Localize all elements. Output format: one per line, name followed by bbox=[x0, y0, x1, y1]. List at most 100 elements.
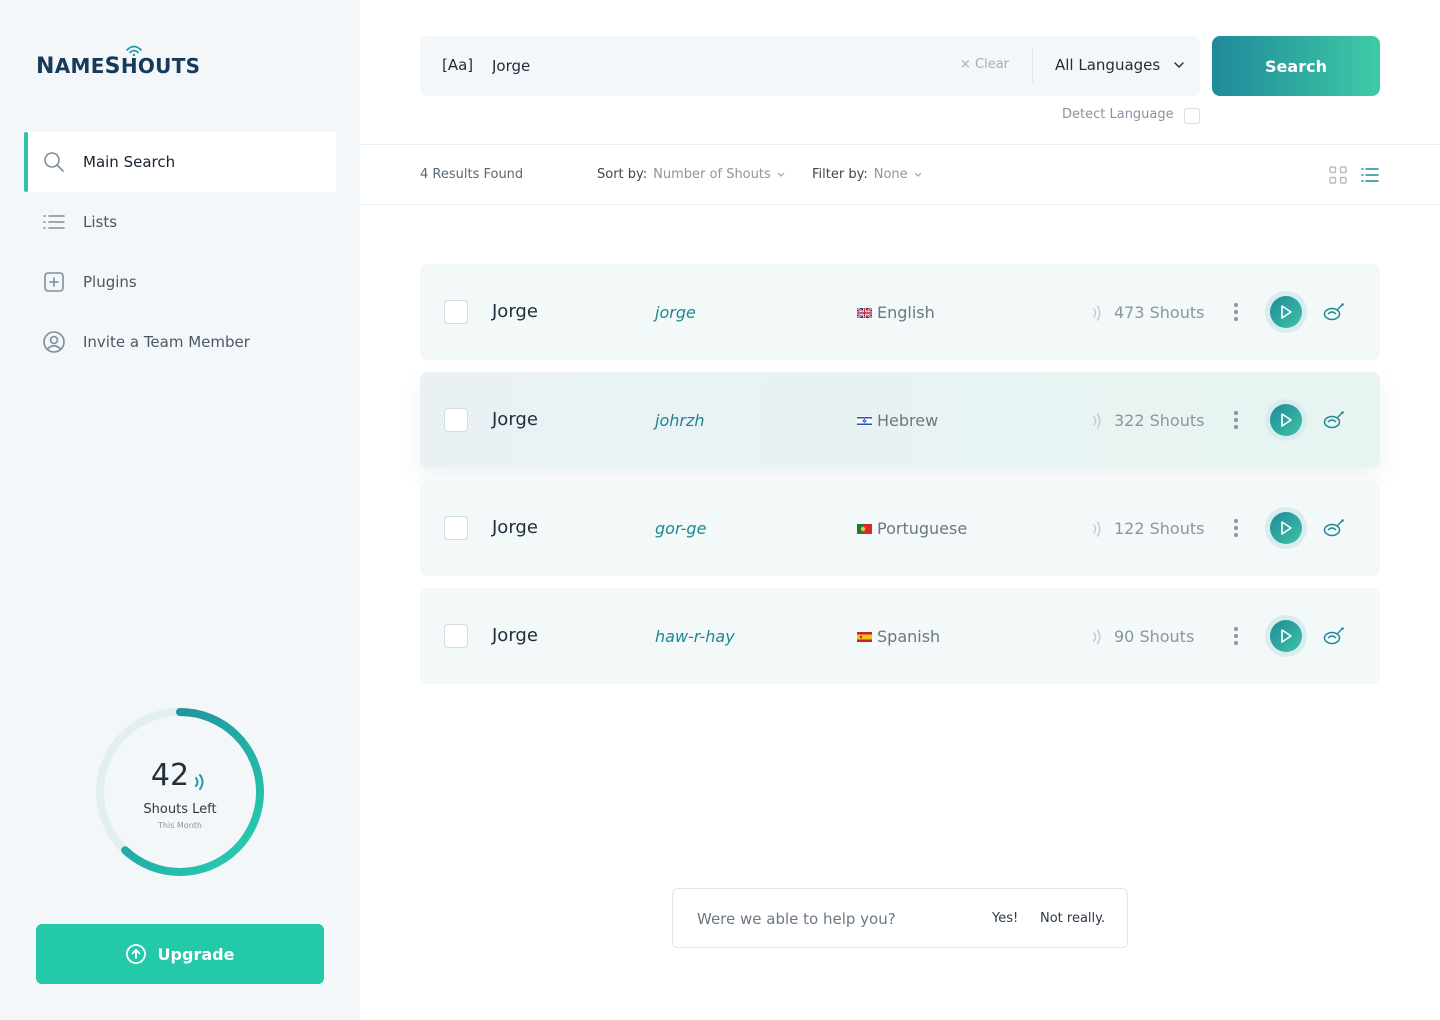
slow-playback-icon[interactable] bbox=[1322, 626, 1344, 646]
row-checkbox[interactable] bbox=[444, 624, 468, 648]
result-phonetic: gor-ge bbox=[655, 519, 707, 538]
logo-text-s: S bbox=[104, 54, 121, 79]
plus-square-icon bbox=[42, 270, 66, 294]
play-button[interactable] bbox=[1265, 507, 1307, 549]
sound-wave-icon bbox=[1093, 628, 1101, 645]
es-flag-icon bbox=[857, 631, 872, 642]
result-shouts-count: 473 Shouts bbox=[1114, 303, 1205, 322]
more-vertical-icon[interactable] bbox=[1228, 516, 1244, 540]
upgrade-button[interactable]: Upgrade bbox=[36, 924, 324, 984]
result-row[interactable]: Jorge johrzh Hebrew 322 Shouts bbox=[420, 372, 1380, 468]
sound-wave-icon bbox=[1093, 520, 1101, 537]
filter-value: None bbox=[873, 167, 908, 182]
language-select[interactable]: All Languages bbox=[1055, 56, 1184, 74]
sound-wave-icon bbox=[193, 766, 209, 790]
pt-flag-icon bbox=[857, 523, 872, 534]
chevron-down-icon bbox=[777, 172, 785, 177]
sidebar: NAMESHOUTS Main Search Lists Plugins Inv… bbox=[0, 0, 360, 1020]
clear-label: Clear bbox=[975, 57, 1010, 72]
feedback-yes-button[interactable]: Yes! bbox=[992, 911, 1018, 926]
result-phonetic: jorge bbox=[655, 303, 696, 322]
sort-label: Sort by: bbox=[597, 167, 648, 182]
result-row[interactable]: Jorge haw-r-hay Spanish 90 Shouts bbox=[420, 588, 1380, 684]
list-view-icon[interactable] bbox=[1361, 166, 1379, 184]
result-shouts: 473 Shouts bbox=[1092, 303, 1204, 322]
result-language-label: English bbox=[877, 303, 935, 322]
detect-language-checkbox[interactable] bbox=[1184, 108, 1200, 124]
result-shouts: 90 Shouts bbox=[1092, 627, 1194, 646]
result-phonetic: haw-r-hay bbox=[655, 627, 735, 646]
result-shouts: 322 Shouts bbox=[1092, 411, 1204, 430]
play-icon bbox=[1281, 413, 1292, 427]
result-name: Jorge bbox=[492, 625, 538, 646]
feedback-box: Were we able to help you? Yes! Not reall… bbox=[672, 888, 1128, 948]
search-icon bbox=[42, 150, 66, 174]
search-button[interactable]: Search bbox=[1212, 36, 1380, 96]
logo-text-houts: HOUTS bbox=[120, 54, 201, 78]
sidebar-item-main-search[interactable]: Main Search bbox=[24, 132, 336, 192]
slow-playback-icon[interactable] bbox=[1322, 518, 1344, 538]
play-button[interactable] bbox=[1265, 291, 1307, 333]
result-shouts-count: 322 Shouts bbox=[1114, 411, 1205, 430]
play-icon bbox=[1281, 305, 1292, 319]
language-select-value: All Languages bbox=[1055, 56, 1161, 74]
feedback-no-button[interactable]: Not really. bbox=[1040, 911, 1105, 926]
result-row[interactable]: Jorge gor-ge Portuguese 122 Shouts bbox=[420, 480, 1380, 576]
signal-icon bbox=[126, 45, 142, 56]
match-case-toggle[interactable]: [Aa] bbox=[442, 56, 473, 74]
result-name: Jorge bbox=[492, 301, 538, 322]
sound-wave-icon bbox=[1093, 304, 1101, 321]
more-vertical-icon[interactable] bbox=[1228, 408, 1244, 432]
sidebar-item-plugins[interactable]: Plugins bbox=[24, 252, 336, 312]
result-phonetic: johrzh bbox=[655, 411, 705, 430]
result-row[interactable]: Jorge jorge English 473 Shouts bbox=[420, 264, 1380, 360]
slow-playback-icon[interactable] bbox=[1322, 302, 1344, 322]
clear-button[interactable]: × Clear bbox=[960, 57, 1009, 72]
logo-text-n: N bbox=[36, 54, 55, 79]
list-icon bbox=[42, 210, 66, 234]
search-input[interactable] bbox=[492, 52, 912, 80]
row-checkbox[interactable] bbox=[444, 300, 468, 324]
chevron-down-icon bbox=[914, 172, 922, 177]
play-button[interactable] bbox=[1265, 615, 1307, 657]
result-language-label: Spanish bbox=[877, 627, 941, 646]
logo-text: NAMESHOUTS bbox=[36, 53, 200, 80]
sidebar-item-lists[interactable]: Lists bbox=[24, 192, 336, 252]
sidebar-item-label: Main Search bbox=[83, 153, 176, 171]
sidebar-item-label: Lists bbox=[83, 213, 118, 231]
play-button-inner bbox=[1270, 512, 1302, 544]
play-button-inner bbox=[1270, 620, 1302, 652]
grid-view-icon[interactable] bbox=[1329, 166, 1347, 184]
sort-value: Number of Shouts bbox=[653, 167, 771, 182]
more-vertical-icon[interactable] bbox=[1228, 300, 1244, 324]
sidebar-item-invite[interactable]: Invite a Team Member bbox=[24, 312, 336, 372]
close-icon: × bbox=[960, 57, 976, 72]
search-bar: [Aa] × Clear All Languages bbox=[420, 36, 1200, 96]
result-language: Spanish bbox=[857, 627, 940, 646]
play-button-inner bbox=[1270, 296, 1302, 328]
chevron-down-icon bbox=[1174, 62, 1184, 68]
slow-playback-icon[interactable] bbox=[1322, 410, 1344, 430]
row-checkbox[interactable] bbox=[444, 408, 468, 432]
result-shouts-count: 122 Shouts bbox=[1114, 519, 1205, 538]
shouts-left-sub: This Month bbox=[158, 821, 202, 830]
search-divider bbox=[1032, 48, 1033, 84]
sidebar-nav: Main Search Lists Plugins Invite a Team … bbox=[24, 132, 336, 372]
filter-label: Filter by: bbox=[812, 167, 868, 182]
result-shouts: 122 Shouts bbox=[1092, 519, 1204, 538]
row-checkbox[interactable] bbox=[444, 516, 468, 540]
filter-dropdown[interactable]: Filter by: None bbox=[812, 167, 922, 182]
results-toolbar: 4 Results Found Sort by: Number of Shouts… bbox=[360, 144, 1440, 205]
sort-dropdown[interactable]: Sort by: Number of Shouts bbox=[597, 167, 785, 182]
shouts-left-count: 42 bbox=[92, 758, 268, 793]
logo[interactable]: NAMESHOUTS bbox=[36, 45, 200, 80]
upgrade-label: Upgrade bbox=[157, 944, 235, 964]
shouts-left-value: 42 bbox=[150, 758, 190, 793]
il-flag-icon bbox=[857, 415, 872, 426]
shouts-meter: 42 Shouts Left This Month bbox=[92, 704, 268, 880]
play-icon bbox=[1281, 629, 1292, 643]
results-list: Jorge jorge English 473 Shouts Jorge joh… bbox=[420, 264, 1380, 696]
play-button[interactable] bbox=[1265, 399, 1307, 441]
play-icon bbox=[1281, 521, 1292, 535]
more-vertical-icon[interactable] bbox=[1228, 624, 1244, 648]
